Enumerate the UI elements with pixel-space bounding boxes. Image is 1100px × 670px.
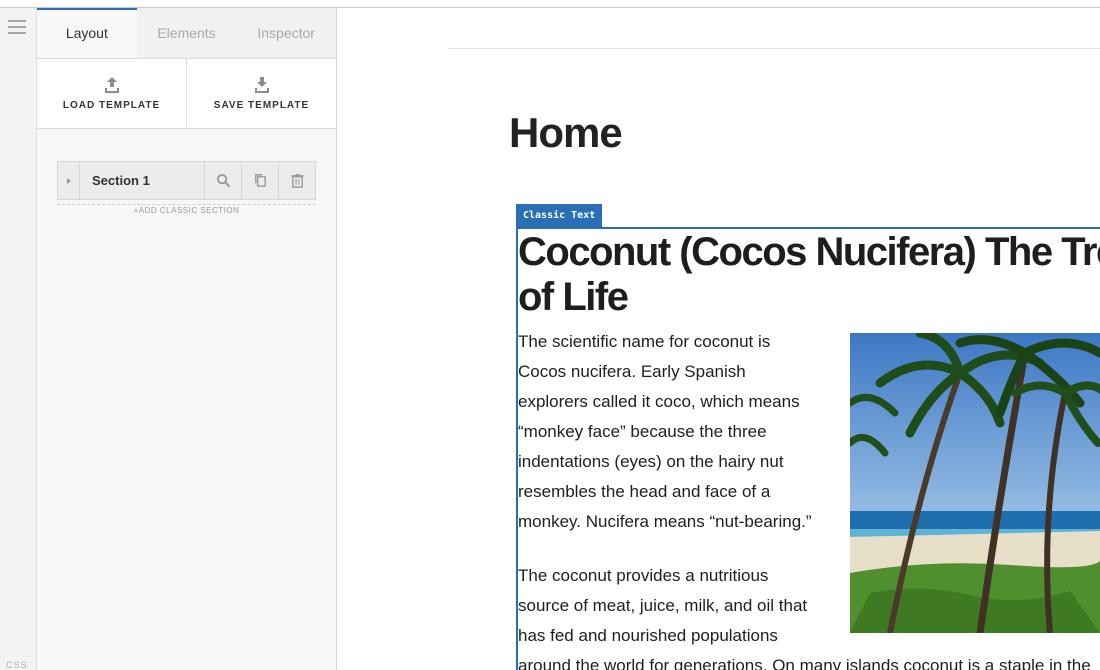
panel-tabs: Layout Elements Inspector (37, 8, 336, 59)
upload-icon (104, 77, 119, 93)
load-template-button[interactable]: LOAD TEMPLATE (37, 59, 186, 128)
article-paragraph: The coconut provides a nutritious source… (518, 566, 808, 645)
template-actions: LOAD TEMPLATE SAVE TEMPLATE (37, 59, 336, 129)
section-expand-toggle[interactable] (58, 162, 80, 199)
tab-layout[interactable]: Layout (37, 8, 137, 58)
builder-panel: Layout Elements Inspector LOAD TEMPLATE … (37, 8, 337, 670)
article-title: Coconut (Cocos Nucifera) The Tree of Lif… (518, 230, 1100, 319)
page-canvas: Home Classic Text Coconut (Cocos Nucifer… (338, 8, 1100, 670)
palm-beach-image (850, 333, 1100, 633)
section-item: Section 1 (57, 161, 316, 200)
page-title: Home (509, 109, 623, 156)
tab-elements[interactable]: Elements (137, 8, 237, 58)
menu-icon[interactable] (8, 20, 26, 34)
sections-list: Section 1 +ADD CLASSIC SECTION (37, 129, 336, 215)
save-template-label: SAVE TEMPLATE (213, 100, 310, 111)
download-icon (254, 77, 269, 93)
window-top-border (0, 0, 1100, 8)
save-template-button[interactable]: SAVE TEMPLATE (186, 59, 336, 128)
left-rail: CSS (0, 8, 37, 670)
article-paragraph: around the world for generations. On man… (518, 656, 1091, 670)
trash-icon (290, 173, 304, 188)
css-rail-label[interactable]: CSS (6, 660, 28, 670)
add-classic-section-button[interactable]: +ADD CLASSIC SECTION (57, 204, 316, 215)
module-type-badge[interactable]: Classic Text (516, 204, 603, 227)
section-inspect-button[interactable] (204, 162, 241, 199)
search-icon (216, 173, 230, 188)
canvas-divider (449, 48, 1100, 49)
copy-icon (254, 174, 266, 187)
section-delete-button[interactable] (278, 162, 315, 199)
active-tab-indicator (37, 8, 137, 10)
load-template-label: LOAD TEMPLATE (62, 100, 161, 111)
section-duplicate-button[interactable] (241, 162, 278, 199)
section-name[interactable]: Section 1 (80, 162, 204, 199)
article-paragraph: The scientific name for coconut is Cocos… (518, 332, 812, 531)
tab-inspector[interactable]: Inspector (236, 8, 336, 58)
caret-right-icon (66, 177, 71, 184)
